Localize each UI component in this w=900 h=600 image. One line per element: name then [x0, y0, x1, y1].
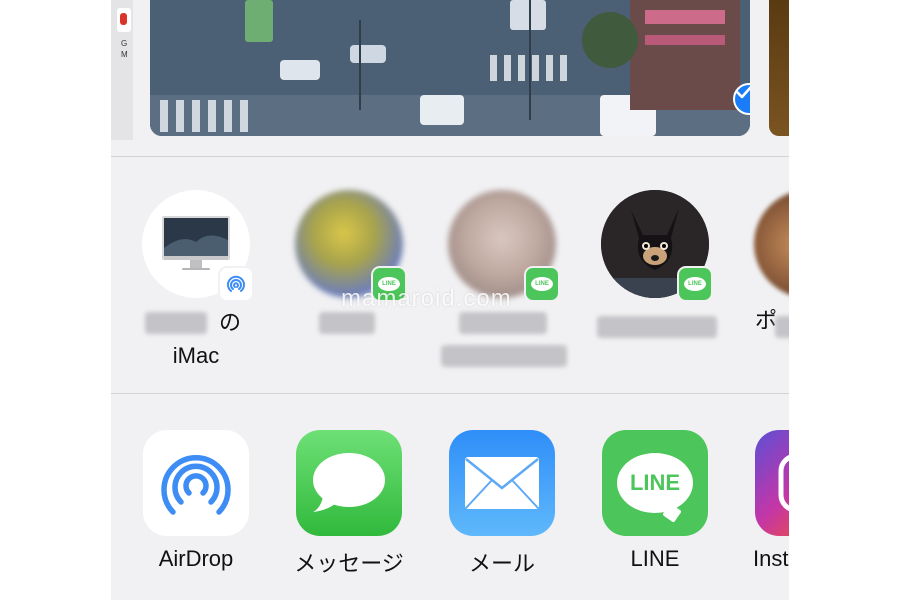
avatar	[754, 190, 789, 298]
app-instagram[interactable]: Inst	[753, 430, 789, 571]
app-messages[interactable]: メッセージ	[294, 430, 404, 576]
app-label: メール	[468, 551, 535, 576]
messages-icon	[296, 430, 402, 536]
line-icon: LINE	[602, 430, 708, 536]
mail-icon	[449, 430, 555, 536]
redacted-name	[597, 316, 717, 338]
previous-photo-thumbnail[interactable]: G M	[111, 0, 133, 140]
app-label: AirDrop	[158, 546, 234, 571]
divider	[111, 393, 789, 394]
redacted-name	[459, 312, 547, 334]
airdrop-device-imac[interactable]	[142, 190, 254, 302]
selected-photo[interactable]	[150, 0, 750, 136]
line-badge-icon: LINE	[526, 268, 558, 300]
app-fragment-icon	[117, 8, 131, 32]
app-mail[interactable]: メール	[449, 430, 555, 576]
app-fragment-label: G M	[121, 39, 128, 59]
redacted-name	[441, 345, 567, 367]
app-airdrop[interactable]: AirDrop	[143, 430, 249, 571]
app-label: LINE	[630, 546, 680, 571]
divider	[111, 156, 789, 157]
app-label: Inst	[753, 546, 789, 571]
redacted-name	[319, 312, 375, 334]
contact-line-3[interactable]: LINE	[601, 190, 713, 302]
airdrop-badge-icon	[220, 268, 252, 300]
device-name-line1: の	[218, 310, 241, 335]
next-photo-thumbnail[interactable]	[769, 0, 789, 136]
contact-partial[interactable]	[754, 190, 789, 302]
watermark: mamaroid.com	[341, 285, 512, 312]
share-sheet: G M の iMac LINE LINE LINE ポ mamaroid.com…	[111, 0, 789, 600]
app-label: メッセージ	[294, 551, 404, 576]
airdrop-icon	[143, 430, 249, 536]
line-badge-icon: LINE	[679, 268, 711, 300]
redacted-name	[145, 312, 207, 334]
app-line[interactable]: LINE LINE	[602, 430, 708, 571]
device-name-line2: iMac	[172, 343, 220, 368]
instagram-icon	[755, 430, 789, 536]
redacted-name	[775, 316, 789, 338]
photo-street-scene	[150, 0, 750, 136]
